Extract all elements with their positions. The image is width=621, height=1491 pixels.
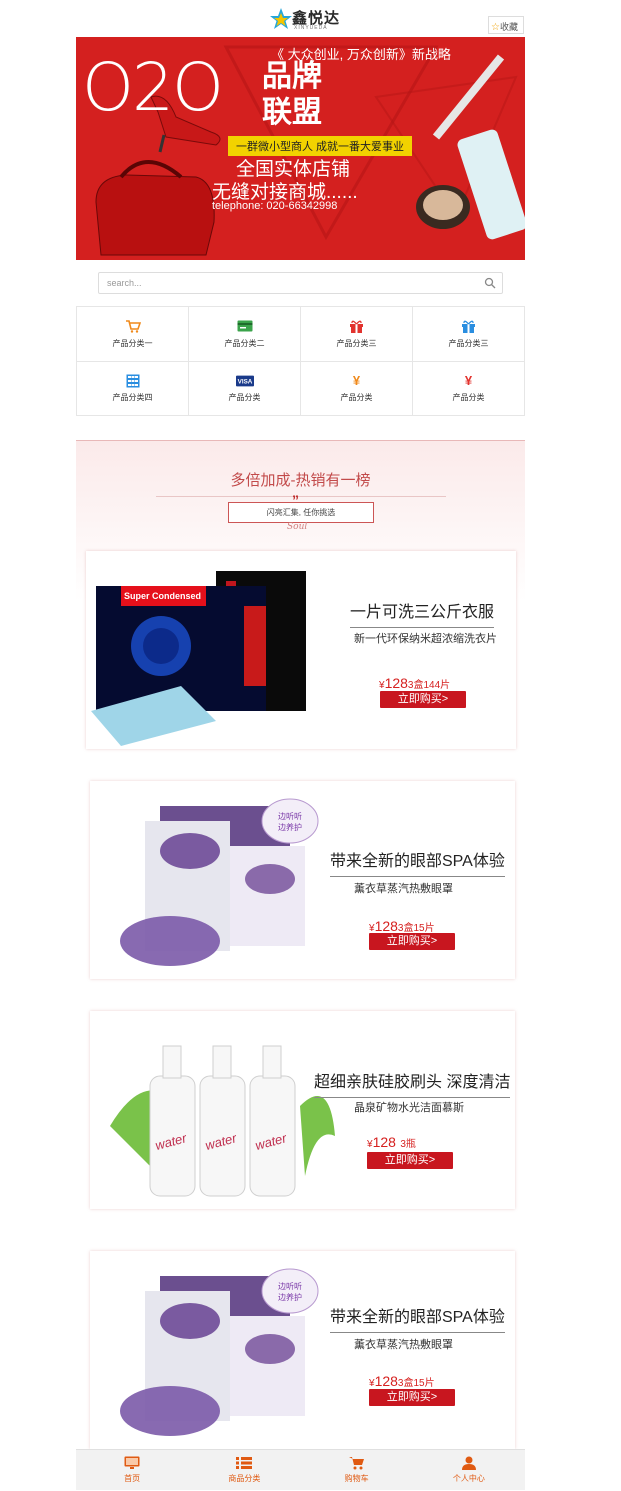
category-label: 产品分类 <box>228 393 261 403</box>
product-title: 一片可洗三公斤衣服 <box>350 598 495 628</box>
product-card[interactable]: 边听听 边养护 带来全新的眼部SPA体验 薰衣草蒸汽热敷眼罩 ¥1283盒15片… <box>90 1251 515 1449</box>
star-icon: ☆ <box>491 22 500 33</box>
nav-label: 购物车 <box>344 1474 369 1483</box>
calculator-icon <box>124 373 142 388</box>
yen-icon: ¥ <box>352 373 361 389</box>
hot-products-section: 多倍加成-热销有一榜 闪亮汇集, 任你挑选 ” Soul Super Conde… <box>76 440 525 1451</box>
product-card[interactable]: Super Condensed 一片可洗三公斤衣服 新一代环保纳米超浓缩洗衣片 … <box>86 551 516 749</box>
product-card[interactable]: 边听听 边养护 带来全新的眼部SPA体验 薰衣草蒸汽热敷眼罩 ¥1283盒15片… <box>90 781 515 979</box>
category-item[interactable]: ¥ 产品分类 <box>301 361 413 416</box>
bottom-nav: 首页 商品分类 购物车 个人中心 <box>76 1449 525 1490</box>
category-item[interactable]: 产品分类三 <box>301 307 413 362</box>
search-icon[interactable] <box>484 277 496 289</box>
svg-text:VISA: VISA <box>237 378 252 385</box>
banner-slogan: 一群微小型商人 成就一番大爱事业 <box>228 136 413 156</box>
banner-telephone: telephone: 020-66342998 <box>212 200 338 212</box>
logo[interactable]: 鑫悦达 XINYUEDA <box>270 5 360 31</box>
banner-brand-line2: 联盟 <box>262 96 322 129</box>
category-label: 产品分类三 <box>448 338 489 348</box>
banner-brand-line1: 品牌 <box>262 60 322 93</box>
category-item[interactable]: VISA 产品分类 <box>189 361 301 416</box>
nav-cart[interactable]: 购物车 <box>301 1450 413 1490</box>
section-subtitle: 闪亮汇集, 任你挑选 <box>228 502 374 523</box>
section-title: 多倍加成-热销有一榜 <box>230 472 371 489</box>
category-label: 产品分类二 <box>224 338 265 348</box>
user-icon <box>461 1456 476 1470</box>
section-signature: Soul <box>287 522 308 532</box>
category-label: 产品分类 <box>340 393 373 403</box>
nav-categories[interactable]: 商品分类 <box>188 1450 300 1490</box>
product-subtitle: 薰衣草蒸汽热敷眼罩 <box>354 1339 453 1351</box>
svg-text:边养护: 边养护 <box>278 1292 302 1302</box>
logo-subtext: XINYUEDA <box>294 25 328 31</box>
product-title: 带来全新的眼部SPA体验 <box>330 1303 505 1333</box>
card-icon <box>236 319 254 334</box>
search-bar <box>98 272 503 294</box>
favorite-label: 收藏 <box>499 22 518 32</box>
yen-icon: ¥ <box>464 373 473 389</box>
gift-icon <box>460 319 478 334</box>
nav-label: 个人中心 <box>452 1474 485 1483</box>
product-title: 带来全新的眼部SPA体验 <box>330 847 505 877</box>
svg-text:边听听: 边听听 <box>278 811 302 821</box>
product-image-cleanser: water water water <box>110 1045 335 1197</box>
product-subtitle: 新一代环保纳米超浓缩洗衣片 <box>354 633 497 645</box>
banner-o2o: O2O <box>82 49 224 126</box>
category-label: 产品分类 <box>452 393 485 403</box>
category-label: 产品分类四 <box>112 393 153 403</box>
quote-icon: ” <box>292 492 299 508</box>
promo-banner[interactable]: O2O 《 大众创业, 万众创新》新战略 品牌 联盟 一群微小型商人 成就一番大… <box>76 37 525 260</box>
category-item[interactable]: 产品分类四 <box>77 361 189 416</box>
svg-text:边养护: 边养护 <box>278 822 302 832</box>
product-card[interactable]: water water water 超细亲肤硅胶刷头 深度清洁 晶泉矿物水光洁面… <box>90 1011 515 1209</box>
buy-now-button[interactable]: 立即购买> <box>369 1389 455 1406</box>
gift-icon <box>348 319 366 334</box>
product-image-detergent <box>91 571 306 746</box>
buy-now-button[interactable]: 立即购买> <box>369 933 455 950</box>
category-item[interactable]: ¥ 产品分类 <box>413 361 525 416</box>
nav-home[interactable]: 首页 <box>76 1450 188 1490</box>
category-item[interactable]: 产品分类一 <box>77 307 189 362</box>
category-item[interactable]: 产品分类二 <box>189 307 301 362</box>
monitor-icon <box>124 1456 140 1469</box>
product-price: ¥128 3瓶 <box>367 1134 416 1150</box>
cart-icon <box>348 1457 364 1470</box>
product-subtitle: 薰衣草蒸汽热敷眼罩 <box>354 883 453 895</box>
category-label: 产品分类一 <box>112 338 153 348</box>
category-item[interactable]: 产品分类三 <box>413 307 525 362</box>
category-grid: 产品分类一 产品分类二 产品分类三 产品分类三 产品分类四 VISA 产品分类 … <box>76 306 525 416</box>
buy-now-button[interactable]: 立即购买> <box>380 691 466 708</box>
svg-text:边听听: 边听听 <box>278 1281 302 1291</box>
logo-star-icon <box>270 8 292 29</box>
list-icon <box>236 1457 253 1469</box>
package-text: Super Condensed <box>124 591 202 601</box>
product-image-eye-mask: 边听听 边养护 <box>120 1268 319 1436</box>
nav-profile[interactable]: 个人中心 <box>413 1450 525 1490</box>
product-image-eye-mask: 边听听 边养护 <box>120 798 319 966</box>
category-label: 产品分类三 <box>336 338 377 348</box>
search-input[interactable] <box>99 273 475 293</box>
banner-brand: 品牌 联盟 <box>262 59 342 131</box>
favorite-button[interactable]: ☆收藏 <box>488 16 524 34</box>
product-title: 超细亲肤硅胶刷头 深度清洁 <box>314 1068 511 1098</box>
section-divider <box>156 496 446 497</box>
visa-icon: VISA <box>235 373 254 388</box>
nav-label: 商品分类 <box>228 1474 261 1483</box>
cart-icon <box>124 319 142 334</box>
product-subtitle: 晶泉矿物水光洁面慕斯 <box>354 1102 464 1114</box>
nav-label: 首页 <box>124 1474 141 1483</box>
buy-now-button[interactable]: 立即购买> <box>367 1152 453 1169</box>
